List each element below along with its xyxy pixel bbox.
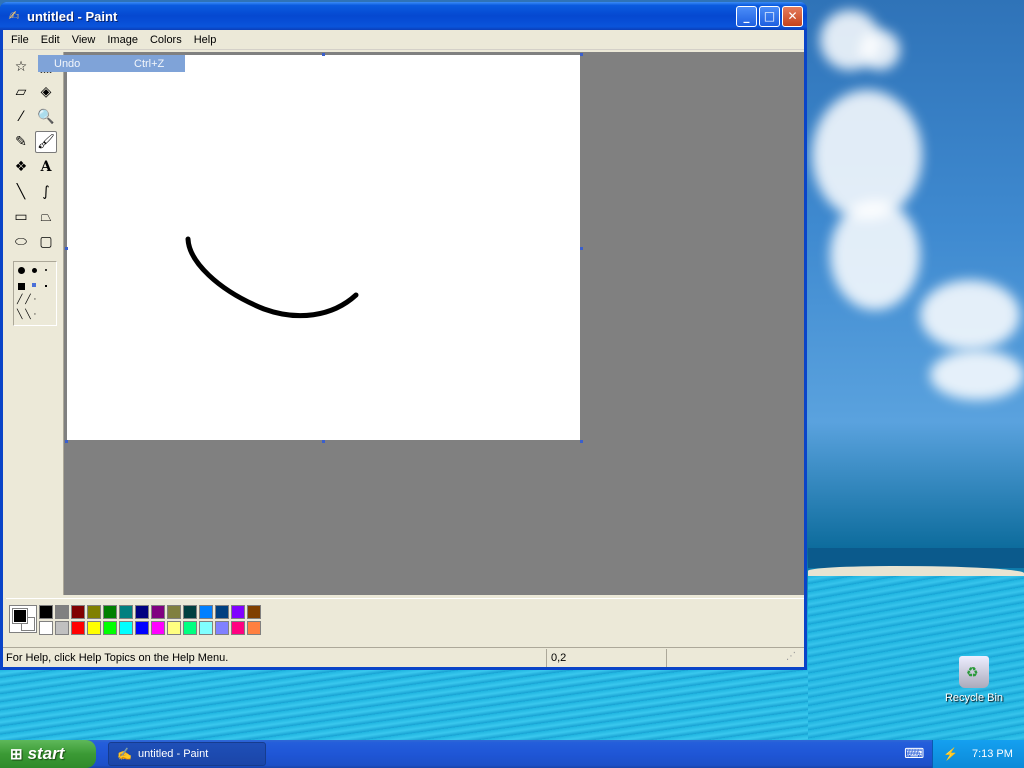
status-size <box>666 648 786 667</box>
resize-handle[interactable] <box>580 53 583 56</box>
color-swatch[interactable] <box>183 621 197 635</box>
system-tray: ⚡ 7:13 PM <box>932 740 1024 768</box>
airbrush-icon[interactable]: ❖ <box>10 156 32 178</box>
undo-label: Undo <box>54 57 81 70</box>
recycle-bin-label: Recycle Bin <box>944 692 1004 704</box>
resize-handle[interactable] <box>65 440 68 443</box>
taskbar-paint-button[interactable]: ✍ untitled - Paint <box>108 742 266 766</box>
color-swatch[interactable] <box>231 605 245 619</box>
pick-color-icon[interactable]: ⁄ <box>10 106 32 128</box>
paint-task-icon: ✍ <box>117 747 132 761</box>
color-swatch[interactable] <box>215 605 229 619</box>
color-swatch[interactable] <box>87 605 101 619</box>
magnifier-icon[interactable]: 🔍 <box>35 106 57 128</box>
recycle-bin[interactable]: ♻ Recycle Bin <box>944 656 1004 704</box>
windows-flag-icon: ⊞ <box>10 746 23 763</box>
color-swatch[interactable] <box>119 605 133 619</box>
color-swatch[interactable] <box>199 605 213 619</box>
brush-shape-options[interactable]: ╱ ╱ · ╲ ╲ · <box>13 261 57 326</box>
color-swatch[interactable] <box>247 605 261 619</box>
taskbar: ⊞ start ✍ untitled - Paint ⌨ ⚡ 7:13 PM <box>0 740 1024 768</box>
paint-app-icon[interactable]: ✍ <box>6 8 22 24</box>
rounded-rectangle-icon[interactable]: ▢ <box>35 231 57 253</box>
line-icon[interactable]: ╲ <box>10 181 32 203</box>
foreground-color <box>12 608 28 624</box>
text-icon[interactable]: A <box>35 156 57 178</box>
close-button[interactable]: ✕ <box>782 5 803 27</box>
resize-handle[interactable] <box>580 440 583 443</box>
keyboard-icon[interactable]: ⌨ <box>904 746 924 762</box>
color-swatch[interactable] <box>247 621 261 635</box>
brush-icon[interactable]: 🖌 <box>35 131 57 153</box>
fill-bucket-icon[interactable]: ◈ <box>35 81 57 103</box>
menu-edit[interactable]: Edit <box>35 32 66 48</box>
paint-window: ✍ untitled - Paint _ □ ✕ File Edit View … <box>0 2 807 670</box>
color-swatch[interactable] <box>167 605 181 619</box>
taskbar-paint-label: untitled - Paint <box>137 748 209 760</box>
clock[interactable]: 7:13 PM <box>972 748 1013 760</box>
color-swatch[interactable] <box>55 605 69 619</box>
resize-handle[interactable] <box>322 53 325 56</box>
ellipse-icon[interactable]: ⬭ <box>10 231 32 253</box>
color-swatch[interactable] <box>231 621 245 635</box>
color-swatch[interactable] <box>167 621 181 635</box>
start-label: start <box>27 744 65 763</box>
resize-grip-icon[interactable]: ⋰ <box>786 651 800 665</box>
rectangle-icon[interactable]: ▭ <box>10 206 32 228</box>
toolbox: ☆⬚▱◈⁄🔍✎🖌❖A╲∫▭⏢⬭▢ ╱ ╱ · ╲ ╲ · <box>6 52 64 595</box>
color-swatch[interactable] <box>71 621 85 635</box>
color-swatch[interactable] <box>103 605 117 619</box>
menu-help[interactable]: Help <box>188 32 223 48</box>
canvas-area[interactable] <box>64 52 804 595</box>
network-icon[interactable]: ⚡ <box>943 747 958 761</box>
color-swatch[interactable] <box>135 621 149 635</box>
status-help-text: For Help, click Help Topics on the Help … <box>6 651 229 664</box>
drawing-canvas[interactable] <box>67 55 580 440</box>
edit-menu-undo-item[interactable]: Undo Ctrl+Z <box>38 55 185 72</box>
status-coordinates: 0,2 <box>546 648 666 667</box>
color-swatch[interactable] <box>119 621 133 635</box>
color-swatch[interactable] <box>151 621 165 635</box>
minimize-button[interactable]: _ <box>736 5 757 27</box>
color-swatch[interactable] <box>183 605 197 619</box>
resize-handle[interactable] <box>580 247 583 250</box>
menu-bar: File Edit View Image Colors Help <box>3 30 804 50</box>
resize-handle[interactable] <box>65 247 68 250</box>
current-colors[interactable] <box>9 605 37 633</box>
resize-handle[interactable] <box>322 440 325 443</box>
color-swatch[interactable] <box>135 605 149 619</box>
menu-file[interactable]: File <box>5 32 35 48</box>
free-form-select-icon[interactable]: ☆ <box>10 56 32 78</box>
maximize-button[interactable]: □ <box>759 5 780 27</box>
color-swatch[interactable] <box>151 605 165 619</box>
title-bar[interactable]: ✍ untitled - Paint _ □ ✕ <box>0 2 807 30</box>
pencil-icon[interactable]: ✎ <box>10 131 32 153</box>
menu-colors[interactable]: Colors <box>144 32 188 48</box>
color-box <box>6 598 804 644</box>
curve-icon[interactable]: ∫ <box>35 181 57 203</box>
color-swatch[interactable] <box>215 621 229 635</box>
polygon-icon[interactable]: ⏢ <box>35 206 57 228</box>
color-swatch[interactable] <box>39 621 53 635</box>
start-button[interactable]: ⊞ start <box>0 740 96 768</box>
menu-view[interactable]: View <box>66 32 102 48</box>
undo-shortcut: Ctrl+Z <box>134 57 165 70</box>
color-swatch[interactable] <box>39 605 53 619</box>
color-swatch[interactable] <box>103 621 117 635</box>
eraser-icon[interactable]: ▱ <box>10 81 32 103</box>
color-swatch[interactable] <box>71 605 85 619</box>
color-swatch[interactable] <box>199 621 213 635</box>
recycle-bin-icon: ♻ <box>959 656 989 688</box>
brush-stroke <box>185 236 359 319</box>
status-bar: For Help, click Help Topics on the Help … <box>3 647 804 667</box>
color-swatch[interactable] <box>87 621 101 635</box>
menu-image[interactable]: Image <box>101 32 144 48</box>
color-swatch[interactable] <box>55 621 69 635</box>
window-title: untitled - Paint <box>27 8 118 24</box>
